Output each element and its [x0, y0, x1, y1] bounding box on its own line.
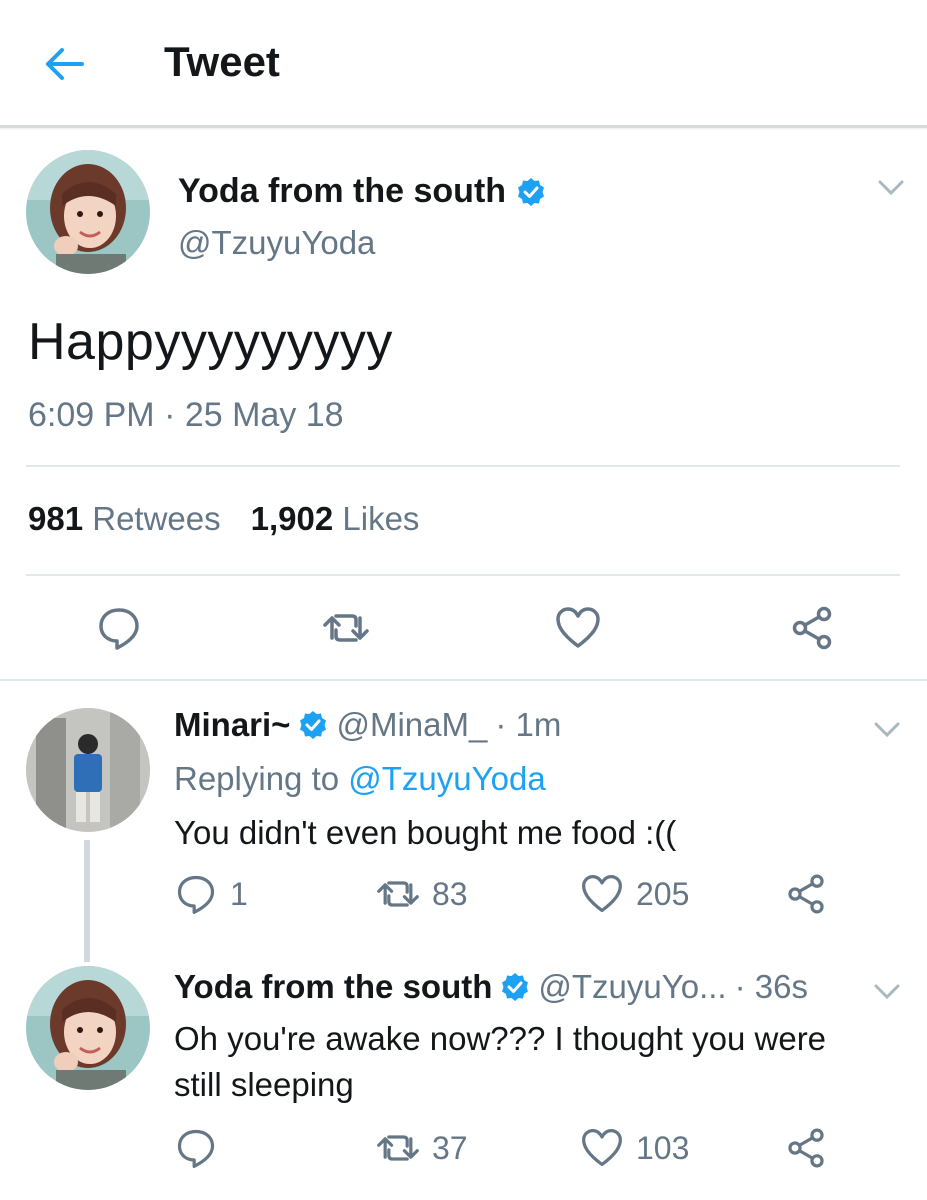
heart-icon[interactable]: [554, 604, 602, 652]
top-bar: Tweet: [0, 0, 927, 128]
replying-to: Replying to @TzuyuYoda: [174, 760, 546, 797]
section-divider: [0, 679, 927, 681]
retweet-icon: [377, 881, 419, 907]
reply-text: You didn't even bought me food :((: [174, 814, 677, 851]
verified-badge-icon: [516, 177, 546, 207]
verified-badge-icon: [298, 710, 328, 740]
page-title: Tweet: [164, 38, 280, 85]
avatar[interactable]: [26, 708, 150, 832]
reply-action[interactable]: 1: [174, 872, 248, 916]
retweet-count: 37: [432, 1129, 468, 1166]
author-handle[interactable]: @TzuyuYoda: [178, 224, 375, 262]
share-action[interactable]: [784, 1126, 828, 1170]
reply-time: · 1m: [495, 706, 562, 743]
reply-handle[interactable]: @TzuyuYo...: [538, 968, 726, 1006]
retweet-action[interactable]: 83: [376, 872, 468, 916]
heart-icon: [582, 1128, 622, 1167]
avatar[interactable]: [26, 150, 150, 274]
thread-connector: [84, 840, 90, 962]
share-icon: [788, 874, 824, 914]
retweet-stat[interactable]: 981 Retwees: [28, 500, 221, 538]
reply-header: Yoda from the south @TzuyuYo... · 36s: [174, 968, 808, 1006]
tweet-timestamp[interactable]: 6:09 PM · 25 May 18: [28, 396, 344, 435]
retweet-count: 83: [432, 875, 468, 912]
share-action[interactable]: [784, 872, 828, 916]
reply-count: 1: [230, 875, 248, 912]
back-arrow-icon[interactable]: [40, 44, 88, 84]
avatar[interactable]: [26, 966, 150, 1090]
reply-handle[interactable]: @MinaM_: [336, 706, 487, 744]
author-name-row[interactable]: Yoda from the south: [178, 172, 546, 211]
like-count: 103: [636, 1129, 690, 1166]
like-action[interactable]: 205: [580, 872, 689, 916]
reply-icon: [177, 1129, 215, 1168]
heart-icon: [582, 874, 622, 913]
reply-time: · 36s: [734, 968, 808, 1005]
chevron-down-icon[interactable]: [872, 720, 902, 740]
retweet-icon[interactable]: [322, 604, 370, 652]
share-icon: [788, 1128, 824, 1168]
author-name[interactable]: Yoda from the south: [178, 172, 506, 211]
like-action[interactable]: 103: [580, 1126, 689, 1170]
tweet-stats: 981 Retwees 1,902 Likes: [28, 500, 419, 538]
chevron-down-icon[interactable]: [872, 982, 902, 1002]
chevron-down-icon[interactable]: [876, 178, 906, 198]
retweet-icon: [377, 1135, 419, 1161]
share-icon[interactable]: [788, 604, 836, 652]
divider: [26, 574, 900, 576]
reply-action[interactable]: [174, 1126, 230, 1170]
reply-header: Minari~ @MinaM_ · 1m: [174, 706, 561, 744]
reply-icon: [177, 875, 215, 914]
divider: [26, 465, 900, 467]
retweet-action[interactable]: 37: [376, 1126, 468, 1170]
like-count: 205: [636, 875, 690, 912]
reply-icon[interactable]: [95, 604, 143, 652]
reply-text-line: still sleeping: [174, 1066, 354, 1103]
tweet-text: Happyyyyyyyyy: [28, 313, 393, 371]
reply-author-name[interactable]: Yoda from the south: [174, 968, 492, 1006]
verified-badge-icon: [500, 972, 530, 1002]
like-stat[interactable]: 1,902 Likes: [251, 500, 420, 538]
reply-author-name[interactable]: Minari~: [174, 706, 290, 744]
replying-to-link[interactable]: @TzuyuYoda: [348, 760, 545, 797]
reply-text-line: Oh you're awake now??? I thought you wer…: [174, 1020, 827, 1057]
